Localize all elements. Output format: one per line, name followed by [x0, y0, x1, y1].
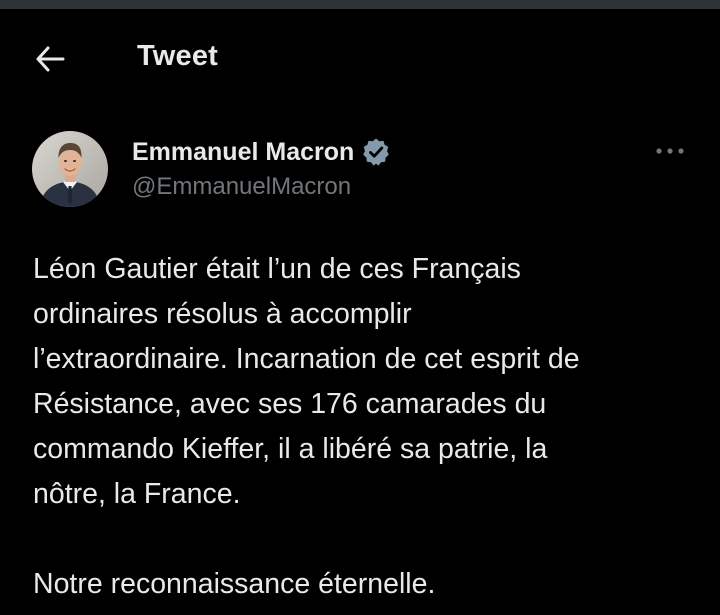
- tweet-closing-line: Notre reconnaissance éternelle.: [33, 568, 436, 600]
- author-handle[interactable]: @EmmanuelMacron: [132, 173, 351, 201]
- header-bar: Tweet: [0, 9, 720, 109]
- avatar[interactable]: [32, 131, 108, 207]
- more-options-icon: [656, 148, 684, 154]
- page-title: Tweet: [137, 40, 219, 72]
- tweet-text-line: commando Kieffer, il a libéré sa patrie,…: [33, 433, 548, 465]
- status-strip: [0, 0, 720, 9]
- author-name[interactable]: Emmanuel Macron: [132, 138, 354, 167]
- more-options-button[interactable]: [650, 135, 690, 167]
- verified-badge-icon[interactable]: [361, 137, 391, 167]
- tweet-card: Emmanuel Macron @EmmanuelMacron Léon Gau…: [0, 109, 720, 615]
- tweet-text-line: ordinaires résolus à accomplir: [33, 298, 412, 330]
- tweet-page: Tweet Emmanuel Macron @EmmanuelMacron Lé…: [0, 0, 720, 615]
- tweet-text-line: nôtre, la France.: [33, 478, 241, 510]
- tweet-text-line: l’extraordinaire. Incarnation de cet esp…: [33, 343, 580, 375]
- arrow-left-icon: [36, 46, 65, 72]
- back-button[interactable]: [26, 39, 74, 79]
- author-name-row: Emmanuel Macron: [132, 135, 391, 169]
- tweet-text-line: Léon Gautier était l’un de ces Français: [33, 253, 521, 285]
- tweet-text: Léon Gautier était l’un de ces Français …: [33, 247, 693, 607]
- tweet-text-line: Résistance, avec ses 176 camarades du: [33, 388, 547, 420]
